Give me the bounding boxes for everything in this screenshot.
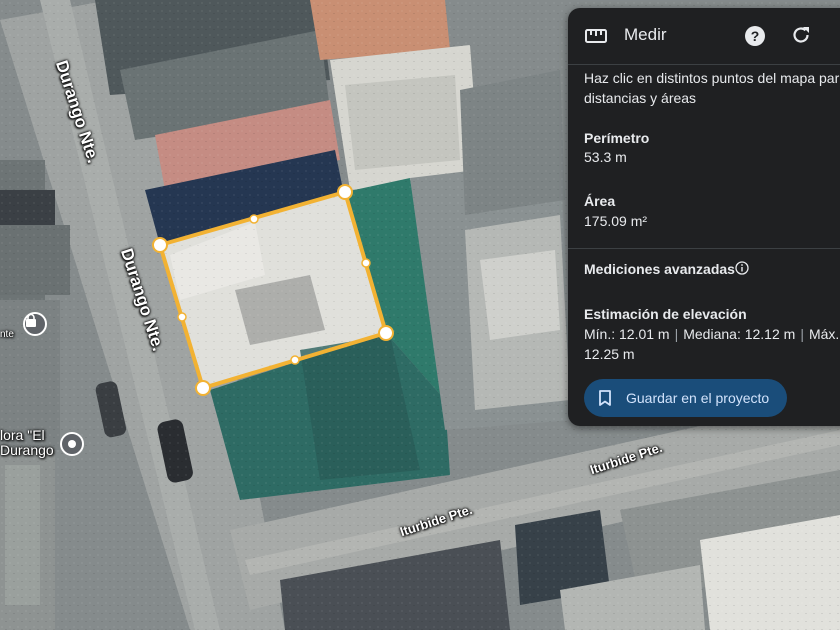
midpoint-handle [177, 312, 187, 322]
panel-header: Medir ? [568, 8, 840, 64]
area-value: 175.09 m² [584, 213, 648, 229]
separator: | [800, 326, 804, 342]
instructions-line1: Haz clic en distintos puntos del mapa pa… [584, 70, 840, 86]
poi-label-line2: Durango [0, 442, 54, 458]
info-icon[interactable] [735, 261, 749, 275]
vertex-handle [337, 184, 353, 200]
save-button-label: Guardar en el proyecto [626, 390, 770, 406]
panel-divider [568, 64, 840, 65]
ruler-icon [585, 29, 607, 43]
separator: | [674, 326, 679, 342]
elevation-max-value: 12.25 m [584, 346, 635, 362]
poi-label-line1: lora "El [0, 427, 45, 443]
section-divider [568, 248, 840, 249]
elevation-max-label: Máx.: [808, 326, 840, 342]
help-icon[interactable]: ? [744, 25, 766, 47]
lock-icon[interactable] [23, 312, 47, 336]
midpoint-handle [290, 355, 300, 365]
area-label: Área [584, 193, 616, 209]
elevation-median: Mediana: 12.12 m [683, 326, 796, 342]
poi-label-el-durango[interactable]: lora "El Durango [0, 428, 54, 458]
svg-text:?: ? [751, 28, 760, 44]
place-pin-icon[interactable] [60, 432, 84, 456]
measure-panel: Medir ? Haz clic en distintos puntos del… [568, 8, 840, 426]
vertex-handle [152, 237, 168, 253]
advanced-measurements-label: Mediciones avanzadas [584, 261, 735, 277]
perimeter-value: 53.3 m [584, 149, 627, 165]
panel-title: Medir [624, 25, 667, 44]
vertex-handle [195, 380, 211, 396]
elevation-min: Mín.: 12.01 m [584, 326, 670, 342]
instructions-text: Haz clic en distintos puntos del mapa pa… [584, 68, 840, 108]
elevation-title: Estimación de elevación [584, 306, 747, 322]
refresh-icon[interactable] [790, 24, 812, 46]
midpoint-handle [361, 258, 371, 268]
poi-label-partial: nte [0, 329, 14, 340]
midpoint-handle [249, 214, 259, 224]
elevation-stats: Mín.: 12.01 m | Mediana: 12.12 m | Máx.: [584, 326, 840, 342]
instructions-line2: distancias y áreas [584, 90, 697, 106]
perimeter-label: Perímetro [584, 130, 650, 146]
bookmark-icon [599, 390, 611, 406]
save-to-project-button[interactable]: Guardar en el proyecto [584, 379, 787, 417]
vertex-handle [378, 325, 394, 341]
